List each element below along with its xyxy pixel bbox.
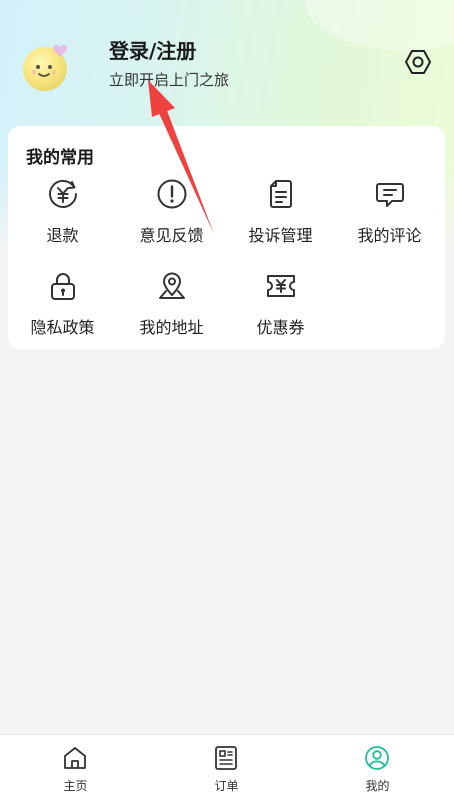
my-comments-label: 我的评论 <box>357 226 422 245</box>
my-comments-item[interactable]: 我的评论 <box>335 178 444 258</box>
common-functions-card: 我的常用 退款 意见反馈 投诉管理 我的评论 隐私政策 我的地址 优惠券 <box>8 126 445 349</box>
settings-button[interactable] <box>403 47 433 77</box>
decorative-bubble <box>305 0 454 50</box>
yuan-refund-icon <box>49 179 77 208</box>
tab-home[interactable]: 主页 <box>0 735 151 799</box>
tab-mine[interactable]: 我的 <box>302 735 453 799</box>
my-address-label: 我的地址 <box>139 318 204 337</box>
order-list-icon <box>215 746 237 770</box>
privacy-policy-label: 隐私政策 <box>30 318 95 337</box>
login-subtitle: 立即开启上门之旅 <box>109 71 230 89</box>
coupon-item[interactable]: 优惠券 <box>226 270 335 350</box>
document-icon <box>270 180 292 208</box>
my-address-item[interactable]: 我的地址 <box>117 270 226 350</box>
comment-icon <box>376 183 404 207</box>
hexagon-settings-icon <box>405 50 431 74</box>
refund-item[interactable]: 退款 <box>8 178 117 258</box>
home-icon <box>64 747 86 769</box>
coupon-label: 优惠券 <box>256 318 305 337</box>
privacy-policy-item[interactable]: 隐私政策 <box>8 270 117 350</box>
user-profile-icon <box>365 746 389 770</box>
tab-mine-label: 我的 <box>365 779 390 793</box>
complaint-label: 投诉管理 <box>248 226 313 245</box>
refund-label: 退款 <box>46 226 79 245</box>
location-pin-icon <box>159 272 185 299</box>
bottom-tab-bar: 主页 订单 我的 <box>0 734 454 799</box>
coupon-icon <box>267 275 295 297</box>
tab-orders-label: 订单 <box>214 779 239 793</box>
feedback-label: 意见反馈 <box>139 226 204 245</box>
lock-icon <box>51 273 75 300</box>
avatar[interactable] <box>22 42 72 92</box>
complaint-item[interactable]: 投诉管理 <box>226 178 335 258</box>
login-register-title[interactable]: 登录/注册 <box>109 35 196 64</box>
common-functions-title: 我的常用 <box>26 148 94 168</box>
exclamation-circle-icon <box>157 179 187 209</box>
tab-orders[interactable]: 订单 <box>151 735 302 799</box>
feedback-item[interactable]: 意见反馈 <box>117 178 226 258</box>
smiley-avatar-icon <box>23 44 67 91</box>
tab-home-label: 主页 <box>63 779 88 793</box>
